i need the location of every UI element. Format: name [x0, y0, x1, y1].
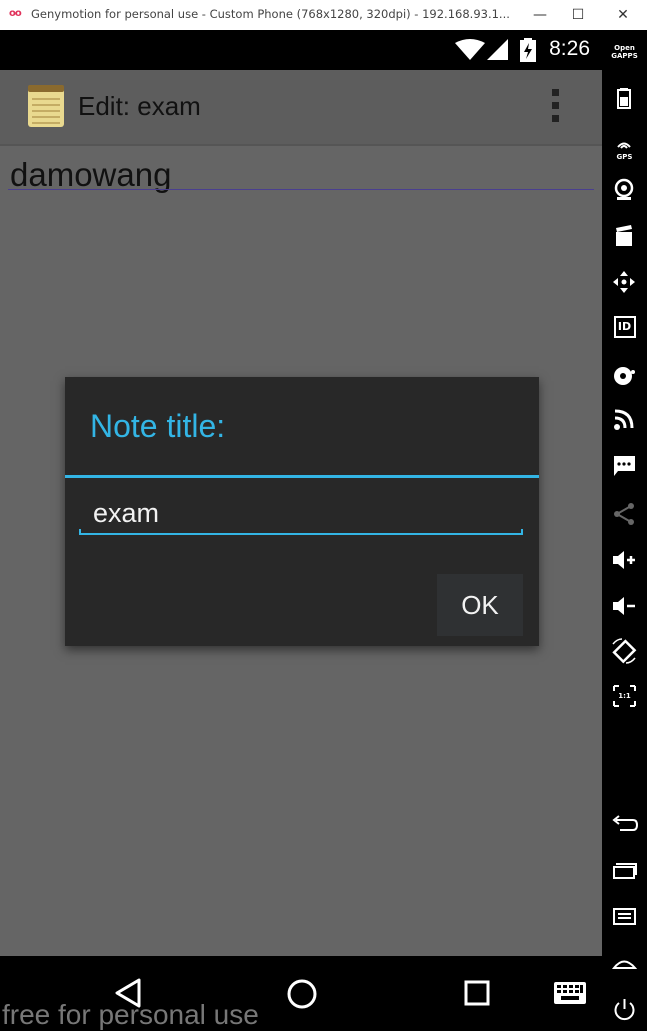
gps-label: GPS — [616, 153, 633, 161]
rotate-icon[interactable] — [602, 638, 647, 664]
wifi-icon — [455, 39, 485, 60]
volume-down-icon[interactable] — [602, 594, 647, 618]
camera-icon[interactable] — [602, 178, 647, 202]
menu-button-icon[interactable] — [602, 906, 647, 930]
input-underline — [79, 529, 523, 535]
share-icon — [614, 503, 634, 525]
power-icon[interactable] — [602, 996, 647, 1022]
dialog-title-divider — [65, 475, 539, 478]
close-button[interactable]: ✕ — [611, 4, 635, 26]
note-underline — [8, 189, 594, 190]
opengapps-label-bottom: GAPPS — [611, 52, 638, 60]
genymotion-logo: oo — [9, 8, 22, 19]
recent-apps-icon[interactable] — [464, 980, 490, 1006]
window-title: Genymotion for personal use - Custom Pho… — [31, 7, 510, 21]
recent-apps-button-icon[interactable] — [602, 858, 647, 882]
pixel-perfect-label: 1:1 — [618, 692, 631, 700]
device-id-label: ID — [613, 316, 636, 338]
phone-screen: 8:26 Edit: exam damowang Note title: OK — [0, 30, 602, 1031]
home-button-icon[interactable] — [602, 952, 647, 976]
status-time: 8:26 — [549, 37, 590, 60]
keyboard-icon[interactable] — [554, 982, 586, 1004]
pixel-perfect-icon[interactable]: 1:1 — [602, 684, 647, 708]
volume-up-icon[interactable] — [602, 548, 647, 572]
title-input[interactable] — [79, 495, 523, 531]
opengapps-label-top: Open — [614, 44, 635, 52]
media-capture-icon[interactable] — [602, 224, 647, 248]
overflow-menu-icon[interactable] — [552, 89, 562, 125]
ok-button[interactable]: OK — [437, 574, 523, 636]
back-button-icon[interactable] — [602, 812, 647, 836]
opengapps-icon[interactable]: Open GAPPS — [602, 44, 647, 60]
signal-icon — [487, 39, 508, 60]
note-title-dialog: Note title: OK — [65, 377, 539, 646]
move-icon[interactable] — [602, 270, 647, 294]
battery-charging-icon — [520, 38, 536, 62]
sms-icon[interactable] — [602, 454, 647, 478]
maximize-button[interactable]: ☐ — [566, 4, 590, 26]
title-input-field — [79, 495, 523, 535]
device-id-icon[interactable]: ID — [602, 316, 647, 338]
battery-icon[interactable] — [602, 86, 647, 110]
notepad-app-icon — [28, 85, 64, 127]
window-titlebar: oo Genymotion for personal use - Custom … — [0, 0, 647, 31]
home-icon[interactable] — [286, 978, 318, 1010]
action-bar: Edit: exam — [0, 70, 602, 146]
android-status-bar: 8:26 — [0, 30, 602, 70]
dialog-title: Note title: — [90, 408, 226, 444]
genymotion-toolbar: Open GAPPS GPS ID 1:1 — [602, 30, 647, 1031]
cast-icon[interactable] — [602, 408, 647, 432]
watermark: free for personal use — [2, 999, 259, 1030]
gps-icon[interactable]: GPS — [602, 134, 647, 161]
action-bar-title: Edit: exam — [78, 91, 201, 121]
minimize-button[interactable]: — — [528, 4, 552, 26]
disk-icon[interactable] — [602, 364, 647, 388]
